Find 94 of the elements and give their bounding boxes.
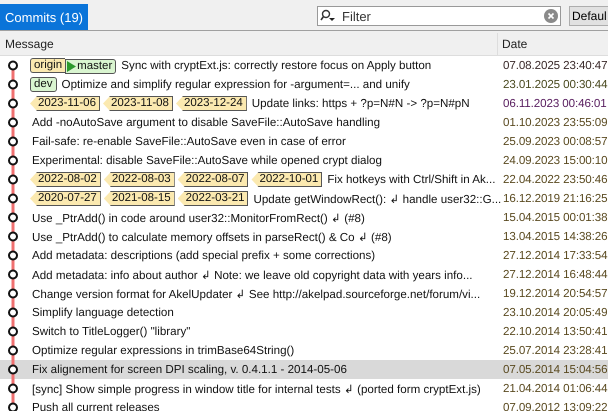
commit-node [8, 174, 18, 184]
commit-message: Change version format for AkelUpdater ↲ See http://akelpad.sourceforge.net/forum/vi... [31, 286, 480, 300]
commit-message: Simplify language detection [31, 306, 174, 319]
column-header[interactable]: Date [498, 33, 608, 55]
tag-label: 2022-08-02 [30, 172, 101, 187]
commit-node [8, 346, 18, 356]
commit-message: Use _PtrAdd() in code around user32::MonitorFromRect() ↲ (#8) [31, 210, 365, 224]
commit-date: 22.10.2014 13:50:41 [502, 325, 608, 338]
column-header[interactable]: Message [0, 33, 498, 55]
commit-node [8, 98, 18, 108]
commit-message: Update getWindowRect(): ↲ handle user32::G... [252, 192, 502, 206]
commit-row[interactable]: Fail-safe: re-enable SaveFile::AutoSave even in case of error 25.09.2023 00:08:57 [0, 132, 608, 151]
commit-node [8, 136, 18, 146]
commit-message: Update links: https + ?p=N#N -> ?p=N#pN [250, 97, 470, 110]
commit-node [8, 232, 18, 242]
tag-label: 2023-11-06 [30, 96, 100, 111]
commit-node [8, 60, 18, 70]
commit-message: Optimize regular expressions in trimBase64String() [31, 344, 294, 357]
commit-message: Fix hotkeys with Ctrl/Shift in Ak... [326, 173, 496, 186]
commit-date: 25.07.2014 23:28:41 [502, 344, 608, 357]
tag-label: 2020-07-27 [30, 191, 101, 206]
commit-node [8, 194, 18, 204]
commit-row[interactable]: Fix alignement for screen DPI scaling, v. 0.4.1.1 - 2014-05-06 07.05.2014 15:04:56 [0, 360, 608, 379]
commit-message: Switch to TitleLogger() "library" [31, 325, 190, 338]
commit-row[interactable]: [sync] Show simple progress in window title for internal tests ↲ (ported form cryptExt.js) 21.04.2014 01:06:44 [0, 379, 608, 398]
commit-message: Add -noAutoSave argument to disable SaveFile::AutoSave handling [31, 116, 380, 129]
tag-label: 2023-12-24 [176, 96, 247, 111]
commit-row[interactable]: Change version format for AkelUpdater ↲ See http://akelpad.sourceforge.net/forum/vi... 19.12.2014 20:54:57 [0, 284, 608, 303]
commit-message: Use _PtrAdd() to calculate memory offsets in parseRect() & Co ↲ (#8) [31, 230, 392, 244]
commit-date: 21.04.2014 01:06:44 [502, 382, 608, 395]
commit-message: Add metadata: info about author ↲ Note: we leave old copyright data with years info... [31, 268, 473, 282]
commit-date: 07.08.2025 23:40:47 [502, 59, 608, 72]
clear-icon[interactable] [544, 9, 558, 23]
commit-date: 07.05.2014 15:04:56 [502, 363, 608, 376]
commit-row[interactable]: Simplify language detection 23.10.2014 20:05:49 [0, 303, 608, 322]
commit-date: 25.09.2023 00:08:57 [502, 135, 608, 148]
commit-node [8, 118, 18, 128]
commit-row[interactable]: 2022-08-02 2022-08-03 2022-08-07 2022-10-01 Fix hotkeys with Ctrl/Shift in Ak... 22.04.2022 23:50:46 [0, 170, 608, 189]
commit-node [8, 308, 18, 318]
branch-label: dev [30, 77, 57, 92]
commit-message: [sync] Show simple progress in window title for internal tests ↲ (ported form cryptExt.js) [31, 382, 481, 396]
commit-date: 23.01.2025 00:30:44 [502, 78, 608, 91]
view-button[interactable]: Defaul [569, 6, 608, 26]
tag-label: 2022-08-07 [178, 172, 248, 187]
commit-row[interactable]: 2020-07-27 2021-08-15 2022-03-21 Update getWindowRect(): ↲ handle user32::G...16.12.2019 21:16:25 [0, 189, 608, 208]
commit-node [8, 384, 18, 394]
commit-date: 13.04.2015 14:38:26 [502, 230, 608, 243]
commit-message: Optimize and simplify regular expression for -argument=... and unify [60, 78, 410, 91]
commit-date: 27.12.2014 17:33:54 [502, 249, 608, 262]
commit-row[interactable]: Experimental: disable SaveFile::AutoSave while opened crypt dialog 24.09.2023 15:00:10 [0, 151, 608, 170]
commit-row[interactable]: dev Optimize and simplify regular expression for -argument=... and unify 23.01.2025 00:30:44 [0, 75, 608, 94]
commit-row[interactable]: Optimize regular expressions in trimBase64String() 25.07.2014 23:28:41 [0, 341, 608, 360]
commit-date: 23.10.2014 20:05:49 [502, 306, 608, 319]
commit-date: 07.09.2012 13:09:22 [502, 401, 608, 411]
commit-node [8, 288, 18, 298]
filter-field[interactable]: Filter [317, 6, 561, 26]
commit-row[interactable]: 2023-11-06 2023-11-08 2023-12-24 Update links: https + ?p=N#N -> ?p=N#pN 06.11.2023 00:46:01 [0, 94, 608, 113]
commit-node [8, 270, 18, 280]
commit-message: Fail-safe: re-enable SaveFile::AutoSave even in case of error [31, 135, 346, 148]
commit-date: 24.09.2023 15:00:10 [502, 154, 608, 167]
commit-node [8, 156, 18, 166]
commit-message: Push all current releases [31, 401, 160, 411]
branch-name: master [77, 59, 112, 74]
commit-row[interactable]: Add -noAutoSave argument to disable SaveFile::AutoSave handling 01.10.2023 23:55:09 [0, 113, 608, 132]
commit-date: 27.12.2014 16:48:44 [502, 268, 608, 281]
commit-message: Experimental: disable SaveFile::AutoSave while opened crypt dialog [31, 154, 382, 167]
tag-label: 2023-11-08 [102, 96, 173, 111]
commit-node [8, 250, 18, 260]
tag-label: 2022-03-21 [178, 191, 248, 206]
commit-node [8, 326, 18, 336]
commit-row[interactable]: Switch to TitleLogger() "library" 22.10.2014 13:50:41 [0, 322, 608, 341]
commit-node [8, 80, 18, 90]
commit-row[interactable]: Use _PtrAdd() to calculate memory offsets in parseRect() & Co ↲ (#8) 13.04.2015 14:38:26 [0, 227, 608, 246]
commit-row[interactable]: Add metadata: info about author ↲ Note: we leave old copyright data with years info... 27.12.2014 16:48:44 [0, 265, 608, 284]
commit-date: 19.12.2014 20:54:57 [502, 287, 608, 300]
commit-date: 15.04.2015 00:01:38 [502, 211, 608, 224]
commit-message: Fix alignement for screen DPI scaling, v. 0.4.1.1 - 2014-05-06 [31, 363, 347, 376]
commit-node [8, 364, 18, 374]
tab[interactable]: Commits (19) [0, 4, 88, 30]
commit-node [8, 212, 18, 222]
commit-row[interactable]: Add metadata: descriptions (add special prefix + some corrections) 27.12.2014 17:33:54 [0, 246, 608, 265]
commit-row[interactable]: origin master Sync with cryptExt.js: correctly restore focus on Apply button 07.08.2025 23:40:47 [0, 56, 608, 75]
branch-label: origin [30, 58, 66, 73]
commit-row[interactable]: Push all current releases 07.09.2012 13:09:22 [0, 398, 608, 411]
tag-label: 2021-08-15 [104, 191, 175, 206]
commit-row[interactable]: Use _PtrAdd() in code around user32::MonitorFromRect() ↲ (#8) 15.04.2015 00:01:38 [0, 208, 608, 227]
commit-message: Add metadata: descriptions (add special prefix + some corrections) [31, 249, 376, 262]
commit-message: Sync with cryptExt.js: correctly restore focus on Apply button [120, 59, 432, 72]
commit-date: 22.04.2022 23:50:46 [502, 173, 608, 186]
commit-date: 01.10.2023 23:55:09 [502, 116, 608, 129]
commit-date: 06.11.2023 00:46:01 [502, 97, 608, 110]
tag-label: 2022-10-01 [251, 172, 322, 187]
search-icon [320, 9, 336, 23]
tag-label: 2022-08-03 [104, 172, 175, 187]
